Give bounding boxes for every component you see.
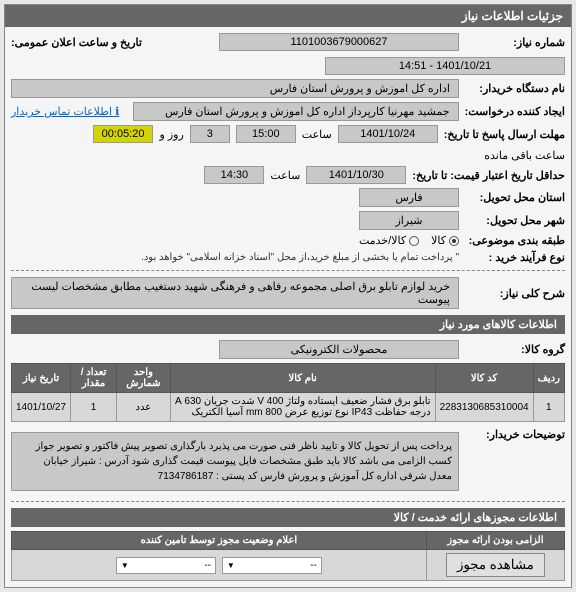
- group-value: محصولات الکترونیکی: [219, 340, 459, 359]
- process-label: نوع فرآیند خرید :: [465, 251, 565, 264]
- remaining-label: ساعت باقی مانده: [484, 149, 565, 162]
- panel-title: جزئیات اطلاعات نیاز: [5, 5, 571, 27]
- license-th2: اعلام وضعیت مجوز توسط تامین کننده: [12, 532, 427, 550]
- city-label: شهر محل تحویل:: [465, 214, 565, 227]
- buyer-label: نام دستگاه خریدار:: [465, 82, 565, 95]
- requester-name: جمشید مهرنیا کارپرداز اداره کل اموزش و پ…: [133, 102, 458, 121]
- cell-qty: 1: [71, 393, 117, 422]
- deadline-date: 1401/10/24: [338, 125, 438, 143]
- buyer-notes-text: پرداخت پس از تحویل کالا و تایید ناظر فنی…: [11, 432, 459, 491]
- group-label: گروه کالا:: [465, 343, 565, 356]
- license-select-2[interactable]: -- ▼: [116, 557, 216, 574]
- th-code: کد کالا: [435, 364, 533, 393]
- countdown-timer: 00:05:20: [93, 125, 154, 143]
- th-qty: تعداد / مقدار: [71, 364, 117, 393]
- license-select-1[interactable]: -- ▼: [222, 557, 322, 574]
- license-header: اطلاعات مجوزهای ارائه خدمت / کالا: [11, 508, 565, 527]
- cell-name: تابلو برق فشار ضعیف ایستاده ولتاژ V 400 …: [170, 393, 435, 422]
- items-table: ردیف کد کالا نام کالا واحد شمارش تعداد /…: [11, 363, 565, 422]
- validity-label: حداقل تاریخ اعتبار قیمت: تا تاریخ:: [412, 169, 565, 182]
- days-count: 3: [190, 125, 230, 143]
- info-icon: ℹ: [115, 106, 119, 118]
- cell-code: 2283130685310004: [435, 393, 533, 422]
- need-number: 1101003679000627: [219, 33, 459, 51]
- th-name: نام کالا: [170, 364, 435, 393]
- contact-link[interactable]: ℹ اطلاعات تماس خریدار: [11, 105, 119, 118]
- days-label: روز و: [159, 128, 183, 141]
- th-unit: واحد شمارش: [117, 364, 171, 393]
- need-number-label: شماره نیاز:: [465, 36, 565, 49]
- province-label: استان محل تحویل:: [465, 191, 565, 204]
- radio-service[interactable]: کالا/خدمت: [359, 234, 419, 247]
- items-header: اطلاعات کالاهای مورد نیاز: [11, 315, 565, 334]
- th-date: تاریخ نیاز: [12, 364, 71, 393]
- cell-date: 1401/10/27: [12, 393, 71, 422]
- cell-row: 1: [533, 393, 564, 422]
- validity-time: 14:30: [204, 166, 264, 184]
- public-datetime-label: تاریخ و ساعت اعلان عمومی:: [11, 36, 142, 49]
- chevron-down-icon: ▼: [227, 561, 235, 570]
- need-desc-header: شرح کلی نیاز:: [465, 287, 565, 300]
- th-row: ردیف: [533, 364, 564, 393]
- need-desc-text: خرید لوازم تابلو برق اصلی مجموعه رفاهی و…: [11, 277, 459, 309]
- public-datetime: 1401/10/21 - 14:51: [325, 57, 565, 75]
- license-row: مشاهده مجوز -- ▼ -- ▼: [12, 550, 565, 581]
- radio-dot-icon: [449, 236, 459, 246]
- requester-label: ایجاد کننده درخواست:: [465, 105, 565, 118]
- radio-dot-icon: [409, 236, 419, 246]
- time-label-1: ساعت: [302, 128, 332, 141]
- time-label-2: ساعت: [270, 169, 300, 182]
- category-label: طبقه بندی موضوعی:: [465, 234, 565, 247]
- process-note: " پرداخت تمام یا بخشی از مبلغ خرید،از مح…: [141, 252, 459, 263]
- province-value: فارس: [359, 188, 459, 207]
- deadline-time: 15:00: [236, 125, 296, 143]
- buyer-name: اداره کل اموزش و پرورش استان فارس: [11, 79, 459, 98]
- validity-date: 1401/10/30: [306, 166, 406, 184]
- radio-goods[interactable]: کالا: [431, 234, 459, 247]
- buyer-notes-label: توضیحات خریدار:: [465, 428, 565, 441]
- license-th1: الزامی بودن ارائه مجوز: [426, 532, 564, 550]
- city-value: شیراز: [359, 211, 459, 230]
- chevron-down-icon: ▼: [121, 561, 129, 570]
- cell-unit: عدد: [117, 393, 171, 422]
- license-table: الزامی بودن ارائه مجوز اعلام وضعیت مجوز …: [11, 531, 565, 581]
- deadline-label: مهلت ارسال پاسخ تا تاریخ:: [444, 128, 565, 141]
- table-row[interactable]: 1 2283130685310004 تابلو برق فشار ضعیف ا…: [12, 393, 565, 422]
